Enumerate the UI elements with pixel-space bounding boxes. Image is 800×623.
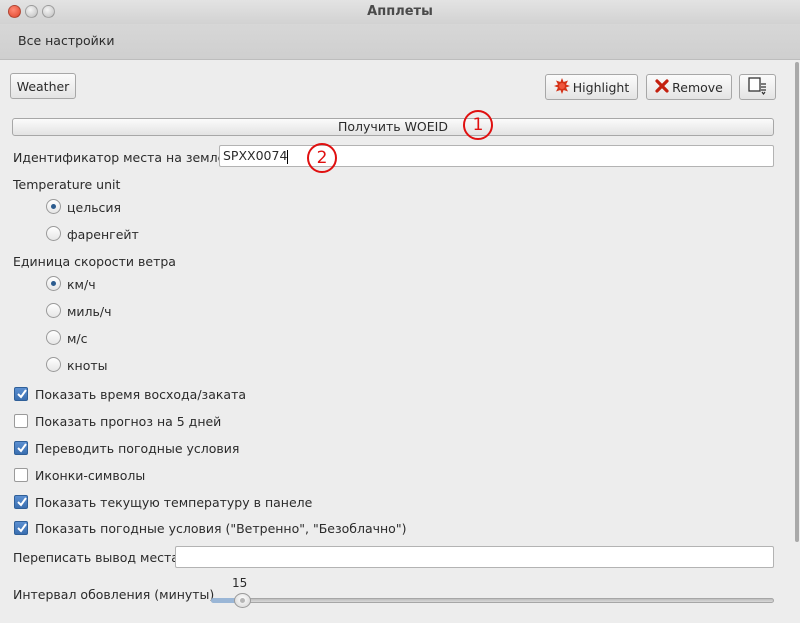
remove-icon [655,78,669,96]
radio-fahrenheit[interactable] [46,226,61,241]
location-id-value: SPXX0074 [223,148,288,163]
radio-fahrenheit-label: фаренгейт [67,227,139,242]
scrollbar-thumb[interactable] [795,62,799,542]
highlight-label: Highlight [572,79,630,95]
configure-button[interactable] [739,74,776,100]
highlight-icon [553,77,570,97]
applet-weather-button[interactable]: Weather [10,73,76,99]
checkbox-translate-conditions[interactable] [14,441,28,455]
checkbox-forecast-5-days-label: Показать прогноз на 5 дней [35,414,222,429]
get-woeid-label: Получить WOEID [338,119,448,134]
refresh-interval-label: Интервал обовления (минуты) [13,587,215,602]
checkbox-sunrise-sunset[interactable] [14,387,28,401]
checkbox-conditions-text[interactable] [14,521,28,535]
menu-bar: Все настройки [0,24,800,60]
radio-kmh[interactable] [46,276,61,291]
checkbox-symbolic-icons[interactable] [14,468,28,482]
window-title: Апплеты [367,4,433,19]
radio-ms[interactable] [46,330,61,345]
maximize-window-button[interactable] [42,5,55,18]
checkbox-forecast-5-days[interactable] [14,414,28,428]
remove-button[interactable]: Remove [646,74,732,100]
checkbox-sunrise-sunset-label: Показать время восхода/заката [35,387,247,402]
checkbox-temperature-in-panel[interactable] [14,495,28,509]
text-cursor [287,149,289,164]
radio-knots-label: кноты [67,358,108,373]
remove-label: Remove [672,79,723,95]
refresh-interval-slider[interactable] [211,598,774,603]
get-woeid-button[interactable]: Получить WOEID [12,118,774,136]
all-settings-link[interactable]: Все настройки [18,33,114,48]
radio-knots[interactable] [46,357,61,372]
temperature-unit-heading: Temperature unit [13,177,121,192]
checkbox-translate-conditions-label: Переводить погодные условия [35,441,240,456]
close-window-button[interactable] [8,5,21,18]
annotation-marker-1: 1 [463,110,493,140]
location-id-label: Идентификатор места на земле [13,150,226,165]
override-location-input[interactable] [175,546,774,568]
radio-ms-label: м/с [67,331,88,346]
checkbox-symbolic-icons-label: Иконки-символы [35,468,146,483]
title-bar: Апплеты [0,0,800,24]
applet-name-label: Weather [16,78,70,94]
radio-mph[interactable] [46,303,61,318]
refresh-interval-slider-handle[interactable] [233,593,251,608]
override-location-label: Переписать вывод места [13,550,179,565]
location-id-input[interactable]: SPXX0074 [219,145,774,167]
document-settings-icon [747,76,768,98]
minimize-window-button[interactable] [25,5,38,18]
radio-kmh-label: км/ч [67,277,96,292]
annotation-marker-2: 2 [307,143,337,173]
radio-celsius-label: цельсия [67,200,122,215]
wind-speed-unit-heading: Единица скорости ветра [13,254,176,269]
highlight-button[interactable]: Highlight [545,74,638,100]
radio-celsius[interactable] [46,199,61,214]
checkbox-temperature-in-panel-label: Показать текущую температуру в панеле [35,495,313,510]
refresh-interval-value: 15 [232,576,248,590]
checkbox-conditions-text-label: Показать погодные условия ("Ветренно", "… [35,521,407,536]
radio-mph-label: миль/ч [67,304,112,319]
